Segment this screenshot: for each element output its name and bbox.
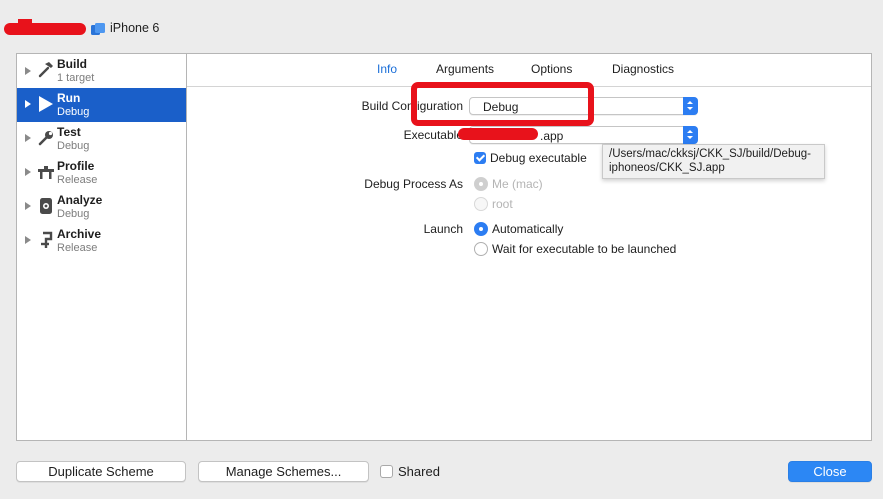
radio-me-label: Me (mac) [492,177,543,191]
redacted-scheme-name[interactable] [4,23,86,35]
scheme-bar: iPhone 6 [0,14,883,42]
executable-label: Executable [403,128,463,142]
action-subtitle: 1 target [57,72,95,84]
simulator-device-icon [91,23,105,35]
tab-info[interactable]: Info [377,62,397,76]
instruments-icon [38,166,54,179]
action-subtitle: Debug [57,140,90,152]
shared-checkbox[interactable] [380,465,393,478]
sidebar-item-build[interactable]: Build 1 target [17,54,186,88]
radio-wait-for-executable[interactable] [474,242,488,256]
hammer-icon [38,62,53,78]
action-name: Archive [57,227,102,241]
radio-root[interactable] [474,197,488,211]
disclosure-triangle-icon[interactable] [25,100,31,108]
sidebar-item-profile[interactable]: Profile Release [17,156,186,190]
popup-arrows-icon [683,97,698,115]
action-name: Analyze [57,193,103,207]
tab-options[interactable]: Options [531,62,572,76]
sidebar-item-test[interactable]: Test Debug [17,122,186,156]
disclosure-triangle-icon[interactable] [25,236,31,244]
debug-process-as-label: Debug Process As [364,177,463,191]
action-name: Build [57,57,87,71]
device-name[interactable]: iPhone 6 [110,21,159,35]
close-button[interactable]: Close [788,461,872,482]
action-subtitle: Debug [57,208,90,220]
action-subtitle: Release [57,174,98,186]
debug-executable-checkbox[interactable] [474,152,486,164]
launch-label: Launch [423,222,463,236]
sidebar-item-analyze[interactable]: Analyze Debug [17,190,186,224]
redacted-executable-name [458,128,538,140]
radio-root-label: root [492,197,513,211]
action-subtitle: Debug [57,106,90,118]
tab-diagnostics[interactable]: Diagnostics [612,62,674,76]
radio-automatically[interactable] [474,222,488,236]
sidebar-item-run[interactable]: Run Debug [17,88,186,122]
analyze-icon [40,198,52,214]
action-name: Run [57,91,81,105]
executable-path-tooltip: /Users/mac/ckksj/CKK_SJ/build/Debug-ipho… [602,144,825,179]
radio-automatically-label: Automatically [492,222,564,236]
action-name: Profile [57,159,95,173]
disclosure-triangle-icon[interactable] [25,67,31,75]
disclosure-triangle-icon[interactable] [25,134,31,142]
popup-arrows-icon [683,126,698,144]
shared-label: Shared [398,464,440,479]
disclosure-triangle-icon[interactable] [25,202,31,210]
duplicate-scheme-button[interactable]: Duplicate Scheme [16,461,186,482]
tab-arguments[interactable]: Arguments [436,62,494,76]
scheme-actions-sidebar: Build 1 target Run Debug Test Debug Prof… [16,53,187,441]
play-icon [39,96,53,112]
action-subtitle: Release [57,242,98,254]
action-name: Test [57,125,81,139]
archive-icon [41,231,53,248]
executable-value: .app [540,129,564,143]
sidebar-item-archive[interactable]: Archive Release [17,224,186,258]
disclosure-triangle-icon[interactable] [25,168,31,176]
radio-me[interactable] [474,177,488,191]
wrench-icon [38,131,53,146]
manage-schemes-button[interactable]: Manage Schemes... [198,461,369,482]
radio-wait-for-executable-label: Wait for executable to be launched [492,242,677,256]
debug-executable-label: Debug executable [490,151,587,165]
annotation-highlight [411,82,594,126]
